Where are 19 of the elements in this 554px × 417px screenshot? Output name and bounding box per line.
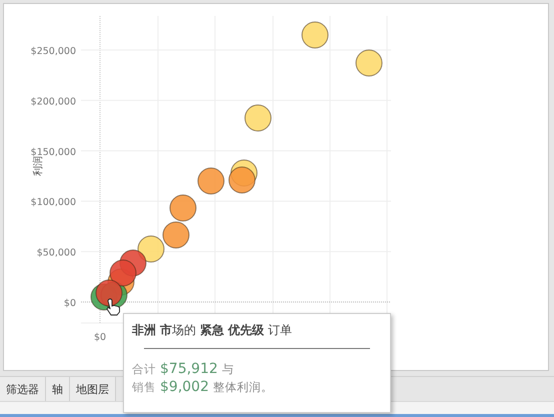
y-tick-label: $100,000 <box>30 197 76 208</box>
toolbar-tab[interactable]: 筛选器 <box>0 377 46 401</box>
hand-cursor-icon <box>106 298 120 316</box>
tooltip-value: $9,002 <box>160 379 209 395</box>
y-tick-label: $200,000 <box>30 96 76 108</box>
toolbar-tab[interactable]: 地图层 <box>70 377 116 401</box>
tooltip-label: 销售 <box>132 380 156 395</box>
y-tick-label: $150,000 <box>30 146 76 158</box>
x-tick-label: $0 <box>94 332 106 343</box>
toolbar-tab[interactable]: 轴 <box>46 377 70 401</box>
y-tick-label: $250,000 <box>30 46 76 57</box>
tooltip-value: $75,912 <box>160 361 218 377</box>
tooltip-label: 整体利润。 <box>213 380 273 395</box>
y-axis-title: 利润 <box>33 156 44 176</box>
tooltip-label: 合计 <box>132 362 156 377</box>
y-tick-label: $0 <box>64 298 76 309</box>
tooltip-label: 与 <box>222 362 234 377</box>
tooltip-title: 非洲 市场的 紧急 优先级 订单 <box>132 322 294 339</box>
y-tick-label: $50,000 <box>36 248 76 259</box>
